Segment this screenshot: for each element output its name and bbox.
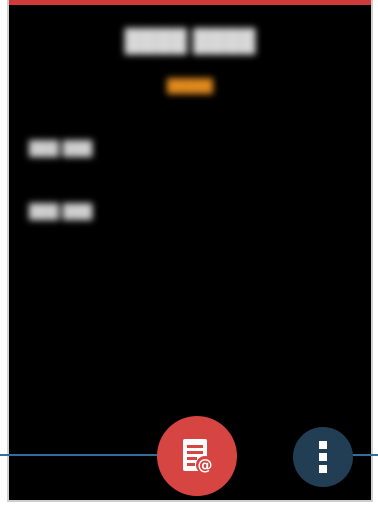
email-report-icon: @ bbox=[183, 439, 214, 474]
accent-top-bar bbox=[9, 0, 371, 5]
callout-line-left bbox=[0, 454, 162, 456]
menu-item-blurred[interactable]: ███ ███ bbox=[29, 140, 92, 156]
svg-text:@: @ bbox=[198, 456, 213, 474]
email-report-button[interactable]: @ bbox=[157, 416, 237, 496]
app-subtitle-blurred: █████ bbox=[166, 78, 214, 93]
menu-item-blurred[interactable]: ███ ███ bbox=[29, 203, 92, 219]
app-title-blurred: ████ ████ bbox=[124, 28, 256, 53]
more-vertical-icon bbox=[319, 441, 327, 473]
more-options-button[interactable] bbox=[293, 427, 353, 487]
